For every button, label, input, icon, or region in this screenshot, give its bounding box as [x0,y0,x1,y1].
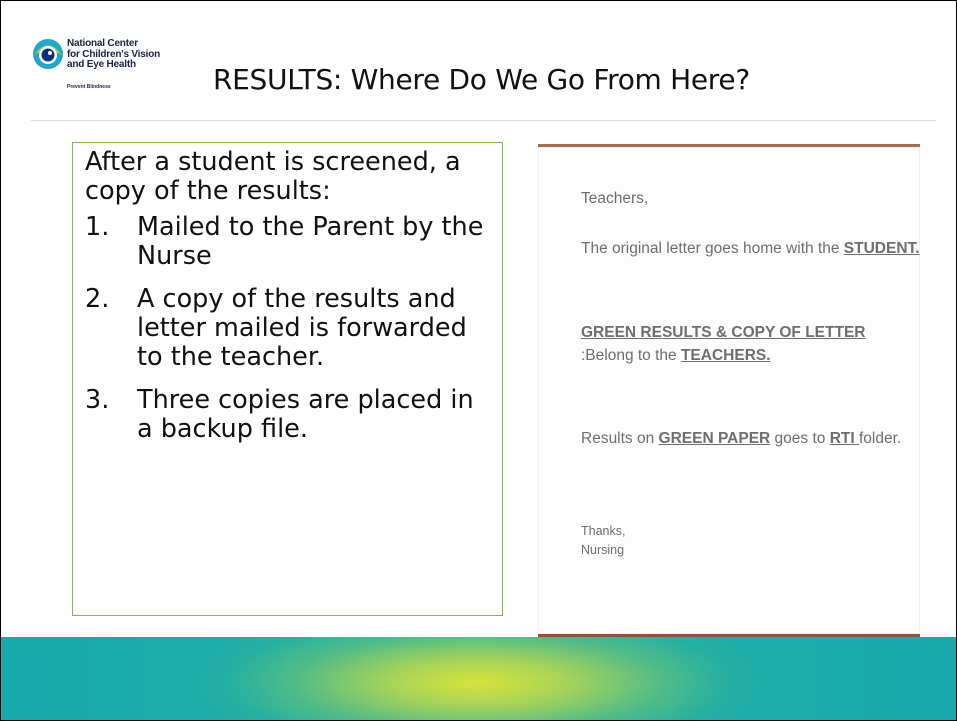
scanned-note-image: Teachers, The original letter goes home … [538,144,920,638]
intro-text: After a student is screened, a copy of t… [85,147,461,206]
steps-list: 1. Mailed to the Parent by the Nurse 2. … [85,213,494,444]
note-p1-text: The original letter goes home with the [581,240,844,257]
note-signature: Thanks, Nursing [581,522,625,560]
list-item-number: 3. [85,385,110,415]
note-p3-text-3: folder. [858,430,902,447]
slide-title: RESULTS: Where Do We Go From Here? [213,63,750,96]
list-item-number: 2. [85,284,110,314]
note-p2-emphasis-2: TEACHERS. [680,347,771,364]
list-item: 2. A copy of the results and letter mail… [85,285,494,372]
note-p3-emphasis: GREEN PAPER [658,430,771,447]
note-p3-text: Results on [581,430,659,447]
note-p1-emphasis: STUDENT. [843,240,920,257]
note-paragraph-3: Results on GREEN PAPER goes to RTI folde… [581,427,901,450]
logo-line-1: National Center [67,38,138,49]
note-sign-2: Nursing [581,543,625,557]
note-sign-1: Thanks, [581,524,626,538]
note-p2-text: :Belong to the [581,347,681,364]
list-item-text: Mailed to the Parent by the Nurse [137,212,484,271]
note-p2-emphasis: GREEN RESULTS & COPY OF LETTER [581,324,866,341]
title-divider [31,120,936,121]
list-item: 1. Mailed to the Parent by the Nurse [85,213,494,271]
logo-text: National Center for Children's Vision an… [67,38,160,71]
note-greeting: Teachers, [581,190,649,207]
list-item-number: 1. [85,212,110,242]
note-p3-text-2: goes to [770,430,830,447]
organization-logo: National Center for Children's Vision an… [32,35,192,95]
logo-line-3: and Eye Health [67,59,136,70]
footer-gradient-band [1,637,956,720]
note-paragraph-1: The original letter goes home with the S… [581,237,920,260]
list-item-text: A copy of the results and letter mailed … [137,284,467,372]
slide: National Center for Children's Vision an… [0,0,957,721]
note-paragraph-2: GREEN RESULTS & COPY OF LETTER :Belong t… [581,321,920,367]
list-item: 3. Three copies are placed in a backup f… [85,386,494,444]
eye-logo-icon [33,39,63,69]
list-item-text: Three copies are placed in a backup file… [137,385,474,444]
note-p3-emphasis-2: RTI [829,430,859,447]
logo-tagline: Prevent Blindness [67,84,111,90]
results-text-box: After a student is screened, a copy of t… [72,142,503,616]
